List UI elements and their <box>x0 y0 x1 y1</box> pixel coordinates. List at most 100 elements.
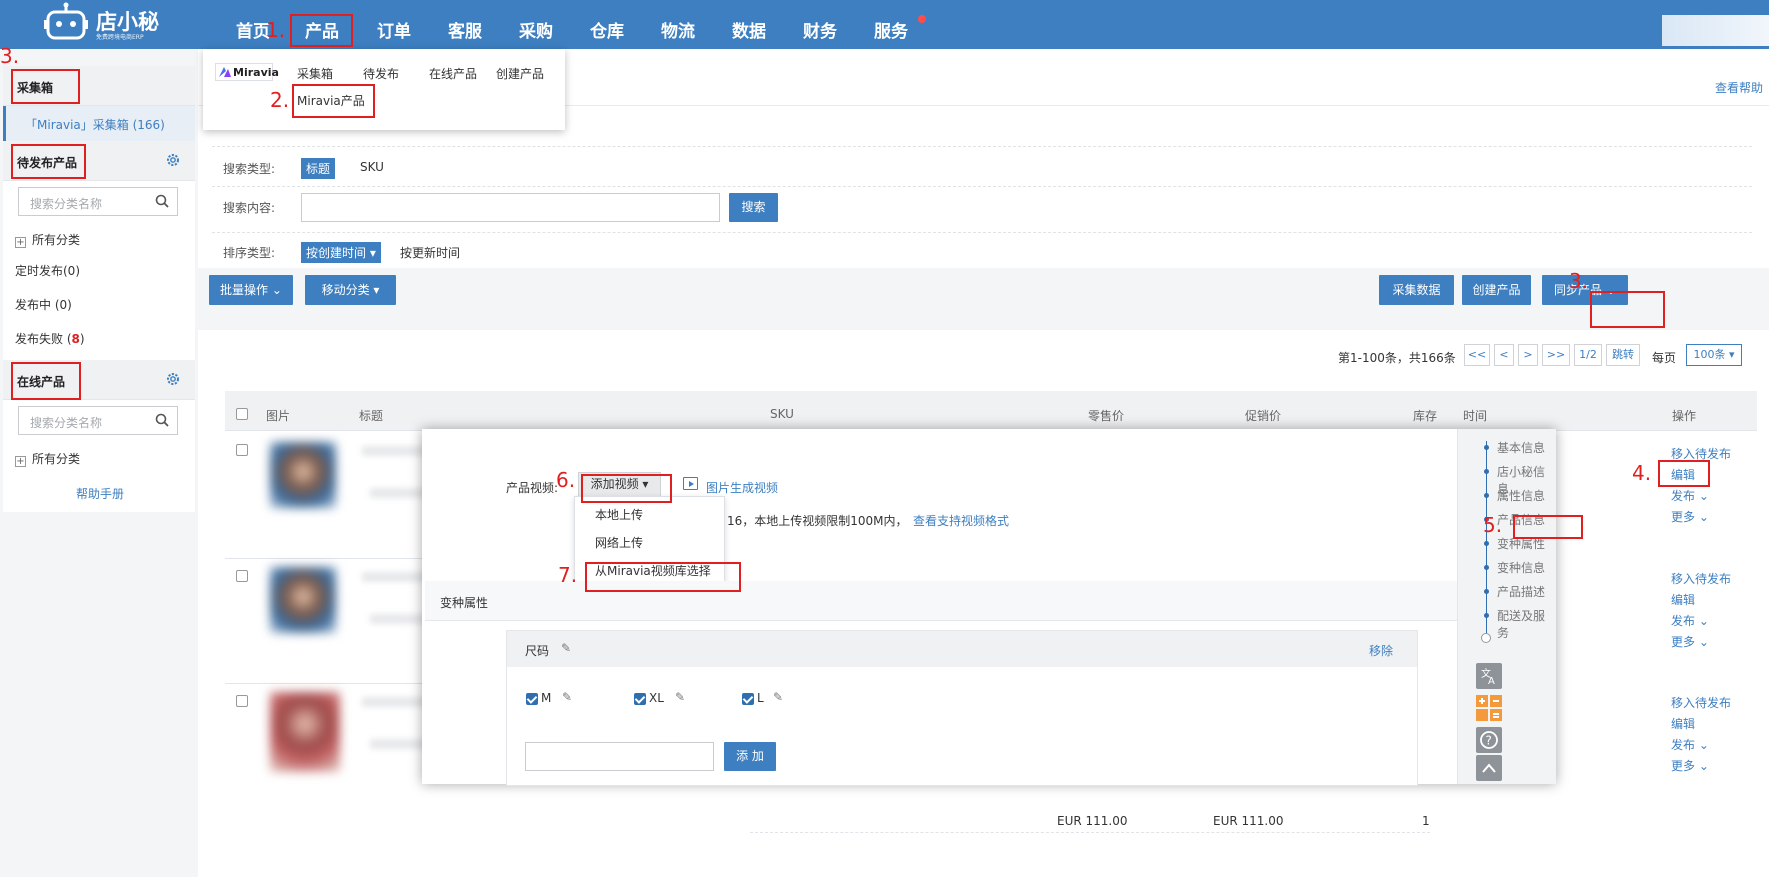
move-to-pending-link[interactable]: 移入待发布 <box>1671 694 1731 711</box>
annotation-number: 3. <box>0 44 20 68</box>
calculator-icon[interactable] <box>1476 695 1502 721</box>
nav-logistics[interactable]: 物流 <box>661 17 695 42</box>
sidebar-item-scheduled[interactable]: 定时发布(0) <box>15 262 80 279</box>
pager-page: 1/2 <box>1574 344 1602 366</box>
menu-online-products[interactable]: 在线产品 <box>429 65 477 82</box>
pending-all-categories[interactable]: + 所有分类 <box>15 231 80 248</box>
nav-purchase[interactable]: 采购 <box>519 17 553 42</box>
gear-icon[interactable] <box>165 371 181 387</box>
move-category-button[interactable]: 移动分类 ▾ <box>305 275 396 305</box>
supported-formats-link[interactable]: 查看支持视频格式 <box>913 512 1009 529</box>
edit-link[interactable]: 编辑 <box>1671 591 1695 608</box>
translate-icon[interactable]: 文A <box>1476 663 1502 689</box>
nav-warehouse[interactable]: 仓库 <box>590 17 624 42</box>
menu-collect-box[interactable]: 采集箱 <box>297 65 333 82</box>
per-page-select[interactable]: 100条 ▾ <box>1686 344 1742 366</box>
edit-pencil-icon[interactable]: ✎ <box>562 690 572 704</box>
variant-title: 变种属性 <box>440 596 489 610</box>
menu-create-product[interactable]: 创建产品 <box>496 65 544 82</box>
nav-data[interactable]: 数据 <box>732 17 766 42</box>
size-m-label: M <box>541 691 552 705</box>
svg-text:?: ? <box>1486 734 1492 748</box>
edit-pencil-icon[interactable]: ✎ <box>675 690 685 704</box>
menu-pending[interactable]: 待发布 <box>363 65 399 82</box>
nav-variant-info[interactable]: 变种信息 <box>1497 559 1545 576</box>
more-link[interactable]: 更多 ⌄ <box>1671 508 1709 525</box>
search-button[interactable]: 搜索 <box>729 193 778 222</box>
edit-link[interactable]: 编辑 <box>1671 715 1695 732</box>
batch-operations-button[interactable]: 批量操作 ⌄ <box>209 275 293 305</box>
help-manual-link[interactable]: 帮助手册 <box>76 485 124 502</box>
collect-data-button[interactable]: 采集数据 <box>1379 275 1454 305</box>
new-size-input[interactable] <box>525 742 714 771</box>
edit-pencil-icon[interactable]: ✎ <box>561 641 571 655</box>
nav-finance[interactable]: 财务 <box>803 17 837 42</box>
menu-network-upload[interactable]: 网络上传 <box>595 534 643 551</box>
help-icon[interactable]: ? <box>1476 727 1502 753</box>
publish-link[interactable]: 发布 ⌄ <box>1671 612 1709 629</box>
help-link[interactable]: 查看帮助 <box>1715 79 1763 96</box>
all-categories-label: 所有分类 <box>32 233 81 247</box>
nav-product-description[interactable]: 产品描述 <box>1497 583 1545 600</box>
row-checkbox[interactable] <box>236 570 248 582</box>
online-all-categories[interactable]: + 所有分类 <box>15 450 80 467</box>
search-type-sku[interactable]: SKU <box>360 160 384 174</box>
account-area[interactable] <box>1662 15 1769 46</box>
annotation-box-add-video <box>581 474 672 503</box>
size-m-checkbox[interactable] <box>526 693 538 705</box>
sidebar-item-miravia-collect[interactable]: 「Miravia」采集箱 (166) <box>3 106 195 141</box>
add-size-button[interactable]: 添 加 <box>724 742 776 771</box>
product-subtitle <box>370 614 430 624</box>
pending-category-search[interactable]: 搜索分类名称 <box>18 187 178 216</box>
search-icon[interactable] <box>155 194 169 208</box>
gear-icon[interactable] <box>165 152 181 168</box>
size-l-label: L <box>757 691 764 705</box>
product-subtitle <box>370 488 430 498</box>
search-placeholder: 搜索分类名称 <box>30 416 103 430</box>
menu-local-upload[interactable]: 本地上传 <box>595 506 643 523</box>
expand-icon[interactable]: + <box>15 456 26 467</box>
miravia-logo[interactable]: Miravia <box>215 63 279 81</box>
select-all-checkbox[interactable] <box>236 408 248 420</box>
expand-icon[interactable]: + <box>15 237 26 248</box>
product-video-label: 产品视频: <box>506 481 559 495</box>
retail-price-cell: EUR 111.00 <box>1057 814 1128 828</box>
search-content-input[interactable] <box>301 193 720 222</box>
pager-jump[interactable]: 跳转 <box>1606 344 1640 366</box>
row-checkbox[interactable] <box>236 444 248 456</box>
pager-prev[interactable]: < <box>1494 344 1514 366</box>
nav-service[interactable]: 客服 <box>448 17 482 42</box>
create-product-button[interactable]: 创建产品 <box>1462 275 1531 305</box>
publish-link[interactable]: 发布 ⌄ <box>1671 487 1709 504</box>
remove-size-link[interactable]: 移除 <box>1369 642 1393 659</box>
pager-first[interactable]: << <box>1464 344 1490 366</box>
size-l-checkbox[interactable] <box>742 693 754 705</box>
row-checkbox[interactable] <box>236 695 248 707</box>
online-category-search[interactable]: 搜索分类名称 <box>18 406 178 435</box>
size-label: 尺码 <box>525 644 550 658</box>
search-icon[interactable] <box>155 413 169 427</box>
search-type-title[interactable]: 标题 <box>301 158 336 179</box>
pager-last[interactable]: >> <box>1542 344 1570 366</box>
move-to-pending-link[interactable]: 移入待发布 <box>1671 570 1731 587</box>
annotation-number: 1. <box>266 18 286 42</box>
pager-next[interactable]: > <box>1518 344 1538 366</box>
nav-orders[interactable]: 订单 <box>377 17 411 42</box>
nav-home[interactable]: 首页 <box>236 17 270 42</box>
sort-by-updated[interactable]: 按更新时间 <box>400 244 460 261</box>
sidebar-item-failed[interactable]: 发布失败 (8) <box>15 330 85 347</box>
scroll-top-icon[interactable] <box>1476 755 1502 781</box>
more-link[interactable]: 更多 ⌄ <box>1671 633 1709 650</box>
nav-basic-info[interactable]: 基本信息 <box>1497 439 1545 456</box>
more-link[interactable]: 更多 ⌄ <box>1671 757 1709 774</box>
sort-by-created[interactable]: 按创建时间 ▾ <box>301 242 381 263</box>
image-to-video-link[interactable]: 图片生成视频 <box>706 479 778 496</box>
th-sku: SKU <box>770 407 794 421</box>
sidebar-item-publishing[interactable]: 发布中 (0) <box>15 296 72 313</box>
nav-shipping-service[interactable]: 配送及服务 <box>1497 607 1556 641</box>
nav-services[interactable]: 服务 <box>874 17 908 42</box>
edit-pencil-icon[interactable]: ✎ <box>773 690 783 704</box>
publish-link[interactable]: 发布 ⌄ <box>1671 736 1709 753</box>
nav-attribute-info[interactable]: 属性信息 <box>1497 487 1545 504</box>
size-xl-checkbox[interactable] <box>634 693 646 705</box>
